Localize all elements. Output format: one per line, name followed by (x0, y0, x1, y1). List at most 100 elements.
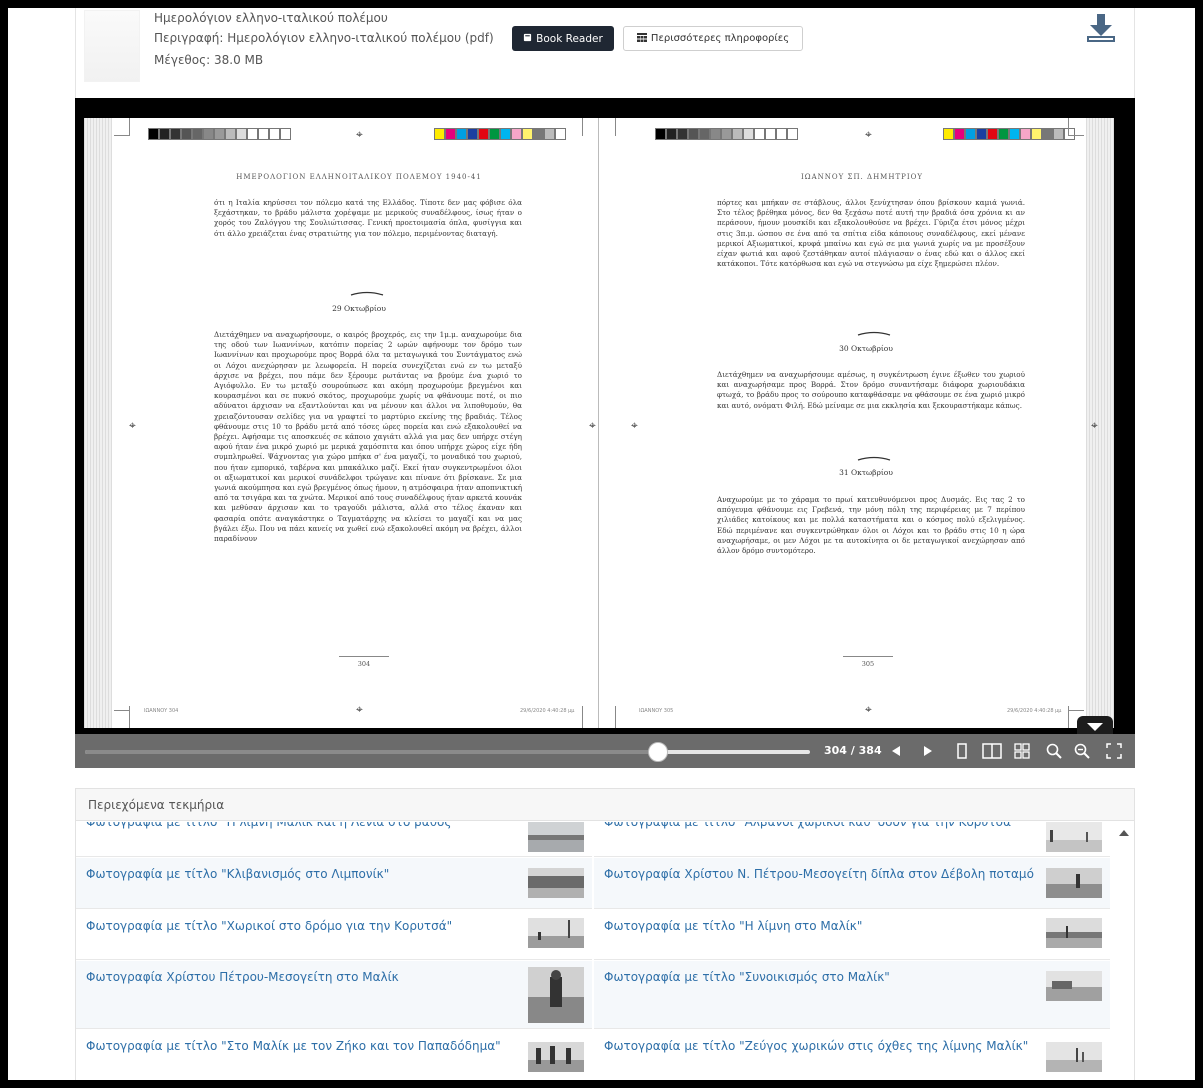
related-item-thumbnail[interactable] (528, 918, 584, 948)
print-slug: ΙΩΑΝΝΟΥ 305 (639, 708, 674, 714)
zoom-in-button[interactable] (1069, 738, 1095, 764)
page-counter: 304 / 384 (824, 744, 882, 757)
related-item[interactable]: Φωτογραφία Χρίστου Ν. Πέτρου-Μεσογείτη δ… (594, 858, 1110, 909)
related-item-link[interactable]: Φωτογραφία με τίτλο "Στο Μαλίκ με τον Ζή… (86, 1038, 516, 1055)
related-item[interactable]: Φωτογραφία με τίτλο "Κλιβανισμός στο Λιμ… (76, 858, 592, 909)
running-head: ΗΜΕΡΟΛΟΓΙΟΝ ΕΛΛΗΝΟΙΤΑΛΙΚΟΥ ΠΟΛΕΜΟΥ 1940-… (236, 173, 482, 181)
registration-mark-icon: ⌖ (589, 418, 596, 432)
related-item-link[interactable]: Φωτογραφία με τίτλο "Αλβανοί χωρικοί καθ… (604, 822, 1034, 831)
related-items-header: Περιεχόμενα τεκμήρια (76, 789, 1134, 821)
related-item-link[interactable]: Φωτογραφία με τίτλο "Συνοικισμός στο Μαλ… (604, 969, 1034, 986)
page-text: Διετάχθημεν να αναχωρήσουμε αμέσως, η συ… (717, 370, 1025, 410)
related-item-thumbnail[interactable] (1046, 868, 1102, 898)
two-page-view-button[interactable] (979, 738, 1005, 764)
fullscreen-icon (1106, 743, 1122, 759)
related-items-panel: Περιεχόμενα τεκμήρια Φωτογραφία με τίτλο… (75, 788, 1135, 1080)
color-bar (943, 128, 1075, 140)
slider-fill (85, 750, 658, 754)
slider-handle[interactable] (647, 742, 668, 762)
next-page-icon (924, 746, 932, 756)
related-item-link[interactable]: Φωτογραφία Χρίστου Ν. Πέτρου-Μεσογείτη δ… (604, 866, 1034, 883)
page-slider[interactable] (85, 742, 810, 762)
print-slug: 29/6/2020 4:40:28 μμ (520, 708, 575, 714)
file-info-card: Ημερολόγιον ελληνο-ιταλικού πολέμου Περι… (75, 8, 1135, 100)
registration-mark-icon: ⌖ (356, 702, 363, 716)
related-item[interactable]: Φωτογραφία με τίτλο "Στο Μαλίκ με τον Ζή… (76, 1030, 592, 1080)
related-item[interactable]: Φωτογραφία με τίτλο "Ζεύγος χωρικών στις… (594, 1030, 1110, 1080)
related-item[interactable]: Φωτογραφία με τίτλο "Χωρικοί στο δρόμο γ… (76, 910, 592, 960)
related-item-thumbnail[interactable] (1046, 822, 1102, 852)
related-items-title: Περιεχόμενα τεκμήρια (88, 798, 225, 812)
registration-mark-icon: ⌖ (865, 702, 872, 716)
page-text: Αναχωρούμε με το χάραμα το πρωί κατευθυν… (717, 495, 1025, 556)
print-slug: ΙΩΑΝΝΟΥ 304 (144, 708, 179, 714)
date-heading: 31 Οκτωβρίου (839, 468, 893, 477)
related-item-link[interactable]: Φωτογραφία Χρίστου Πέτρου-Μεσογείτη στο … (86, 969, 516, 986)
thumbnail-view-icon (1014, 743, 1030, 759)
date-heading: 29 Οκτωβρίου (332, 304, 386, 313)
print-slug: 29/6/2020 4:40:28 μμ (1007, 708, 1062, 714)
grayscale-bar (148, 128, 291, 140)
one-page-view-button[interactable] (949, 738, 975, 764)
registration-mark-icon: ⌖ (356, 127, 363, 141)
related-item-link[interactable]: Φωτογραφία με τίτλο "Κλιβανισμός στο Λιμ… (86, 866, 516, 883)
prev-page-icon (892, 746, 900, 756)
file-thumbnail (84, 10, 140, 82)
right-page[interactable]: ⌖ ΙΩΑΝΝΟΥ ΣΠ. ΔΗΜΗΤΡΙΟΥ πόρτες και μπήκα… (599, 118, 1114, 728)
book-reader-button[interactable]: Book Reader (512, 26, 614, 51)
related-item-thumbnail[interactable] (528, 967, 584, 1023)
related-item-thumbnail[interactable] (1046, 971, 1102, 1001)
file-size: Μέγεθος: 38.0 MB (154, 53, 264, 67)
related-items-list[interactable]: Φωτογραφία με τίτλο "Η λίμνη Μαλίκ και η… (76, 822, 1111, 1080)
fullscreen-button[interactable] (1101, 738, 1127, 764)
registration-mark-icon: ⌖ (865, 127, 872, 141)
page-text: Διετάχθημεν να αναχωρήσουμε, ο καιρός βρ… (214, 330, 522, 544)
related-item-thumbnail[interactable] (1046, 918, 1102, 948)
next-page-button[interactable] (915, 738, 941, 764)
grayscale-bar (655, 128, 798, 140)
zoom-out-button[interactable] (1041, 738, 1067, 764)
running-head: ΙΩΑΝΝΟΥ ΣΠ. ΔΗΜΗΤΡΙΟΥ (801, 173, 923, 181)
related-item[interactable]: Φωτογραφία με τίτλο "Αλβανοί χωρικοί καθ… (594, 822, 1110, 857)
related-item-link[interactable]: Φωτογραφία με τίτλο "Ζεύγος χωρικών στις… (604, 1038, 1034, 1055)
one-page-view-icon (957, 743, 967, 759)
table-icon (636, 32, 647, 45)
page-text: ότι η Ιταλία κηρύσσει τον πόλεμο κατά τη… (214, 198, 522, 238)
related-item-thumbnail[interactable] (1046, 1042, 1102, 1072)
color-bar (434, 128, 566, 140)
scrollbar[interactable] (1114, 822, 1134, 1080)
registration-mark-icon: ⌖ (631, 418, 638, 432)
registration-mark-icon: ⌖ (1091, 418, 1098, 432)
related-item[interactable]: Φωτογραφία με τίτλο "Η λίμνη Μαλίκ και η… (76, 822, 592, 857)
book-icon (523, 33, 532, 45)
more-info-label: Περισσότερες πληροφορίες (650, 33, 790, 44)
reader-toolbar: 304 / 384 (75, 734, 1135, 768)
book-reader-label: Book Reader (536, 32, 603, 45)
zoom-out-icon (1046, 743, 1062, 759)
zoom-in-icon (1074, 743, 1090, 759)
related-item[interactable]: Φωτογραφία Χρίστου Πέτρου-Μεσογείτη στο … (76, 961, 592, 1029)
related-item[interactable]: Φωτογραφία με τίτλο "Η λίμνη στο Μαλίκ" (594, 910, 1110, 960)
ornament-swash (857, 456, 891, 461)
scroll-up-icon[interactable] (1119, 830, 1129, 836)
two-page-view-icon (982, 743, 1002, 759)
more-info-button[interactable]: Περισσότερες πληροφορίες (623, 26, 803, 51)
date-heading: 30 Οκτωβρίου (839, 344, 893, 353)
page-edge (84, 118, 112, 728)
related-item-link[interactable]: Φωτογραφία με τίτλο "Η λίμνη Μαλίκ και η… (86, 822, 516, 831)
ornament-swash (350, 291, 384, 296)
related-item-thumbnail[interactable] (528, 868, 584, 898)
related-item-thumbnail[interactable] (528, 1042, 584, 1072)
page-number: 305 (861, 660, 875, 668)
thumbnail-view-button[interactable] (1009, 738, 1035, 764)
page-text: πόρτες και μπήκαν σε στάβλους, άλλοι ξεν… (717, 198, 1025, 269)
related-item-link[interactable]: Φωτογραφία με τίτλο "Χωρικοί στο δρόμο γ… (86, 918, 516, 935)
related-item-thumbnail[interactable] (528, 822, 584, 852)
book-spread: ⌖ ΗΜΕΡΟΛΟΓΙΟΝ ΕΛΛΗΝΟΙΤΑΛΙΚΟΥ ΠΟΛΕΜΟΥ 194… (84, 118, 1114, 728)
related-item[interactable]: Φωτογραφία με τίτλο "Συνοικισμός στο Μαλ… (594, 961, 1110, 1029)
left-page[interactable]: ⌖ ΗΜΕΡΟΛΟΓΙΟΝ ΕΛΛΗΝΟΙΤΑΛΙΚΟΥ ΠΟΛΕΜΟΥ 194… (84, 118, 599, 728)
download-icon[interactable] (1085, 14, 1117, 44)
ornament-swash (857, 331, 891, 336)
prev-page-button[interactable] (883, 738, 909, 764)
related-item-link[interactable]: Φωτογραφία με τίτλο "Η λίμνη στο Μαλίκ" (604, 918, 1034, 935)
